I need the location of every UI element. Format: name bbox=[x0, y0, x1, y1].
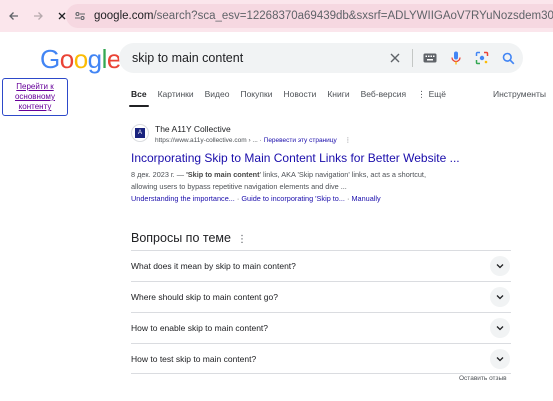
url-text[interactable]: google.com/search?sca_esv=12268370a69439… bbox=[94, 10, 553, 22]
feedback-link[interactable]: Оставить отзыв bbox=[459, 375, 507, 382]
tab-more[interactable]: ⋮ Ещё bbox=[417, 89, 446, 107]
paa-question-text: Where should skip to main content go? bbox=[131, 292, 278, 302]
logo-letter: g bbox=[87, 44, 102, 74]
chevron-down-icon[interactable] bbox=[490, 318, 510, 338]
lens-icon[interactable] bbox=[471, 47, 493, 69]
tools-button[interactable]: Инструменты bbox=[493, 89, 546, 99]
url-host: google.com bbox=[94, 10, 154, 22]
tab-web[interactable]: Веб-версия bbox=[361, 89, 406, 107]
result-site-name[interactable]: The A11Y Collective bbox=[155, 124, 231, 134]
logo-letter: o bbox=[59, 44, 74, 74]
skip-link-line: контенту bbox=[18, 102, 52, 111]
forward-icon[interactable] bbox=[28, 6, 48, 26]
skip-link-line: Перейти к bbox=[16, 82, 54, 91]
result-sitelinks: Understanding the importance... · Guide … bbox=[131, 194, 381, 203]
browser-toolbar: google.com/search?sca_esv=12268370a69439… bbox=[0, 0, 553, 32]
microphone-icon[interactable] bbox=[445, 47, 467, 69]
clear-icon[interactable] bbox=[384, 47, 406, 69]
tab-more-label: Ещё bbox=[428, 89, 446, 99]
paa-question-text: How to enable skip to main content? bbox=[131, 323, 269, 333]
site-favicon[interactable]: A bbox=[131, 124, 149, 142]
tab-all[interactable]: Все bbox=[129, 89, 149, 107]
logo-letter: G bbox=[40, 44, 60, 74]
favicon-glyph: A bbox=[135, 128, 145, 138]
skip-to-main-content-link[interactable]: Перейти к основному контенту bbox=[2, 78, 68, 116]
keyboard-icon[interactable] bbox=[419, 47, 441, 69]
paa-question[interactable]: How to test skip to main content? bbox=[131, 343, 511, 374]
snippet-text-2: allowing users to bypass repetitive navi… bbox=[131, 182, 347, 191]
tab-news[interactable]: Новости bbox=[283, 89, 316, 107]
result-url-line: https://www.a11y-collective.com › ... · … bbox=[155, 136, 351, 144]
tab-images[interactable]: Картинки bbox=[158, 89, 194, 107]
skip-link-line: основному bbox=[14, 92, 56, 101]
sitelink-guide[interactable]: Guide to incorporating 'Skip to... bbox=[241, 194, 345, 203]
search-box[interactable]: skip to main content bbox=[119, 43, 523, 73]
tab-shopping[interactable]: Покупки bbox=[240, 89, 272, 107]
paa-heading: Вопросы по теме ⋮ bbox=[131, 231, 247, 245]
result-title-link[interactable]: Incorporating Skip to Main Content Links… bbox=[131, 151, 460, 165]
result-menu-icon[interactable]: ⋮ bbox=[345, 137, 352, 144]
paa-question-text: How to test skip to main content? bbox=[131, 353, 257, 364]
search-divider bbox=[412, 49, 413, 67]
back-icon[interactable] bbox=[4, 6, 24, 26]
search-tabs: Все Картинки Видео Покупки Новости Книги… bbox=[129, 89, 457, 109]
logo-letter: o bbox=[73, 44, 88, 74]
url-path: /search?sca_esv=12268370a69439db&sxsrf=A… bbox=[153, 10, 553, 22]
snippet-highlight: 'Skip to main content bbox=[186, 170, 260, 179]
google-logo[interactable]: Google bbox=[40, 44, 121, 75]
tab-videos[interactable]: Видео bbox=[205, 89, 230, 107]
paa-more-icon[interactable]: ⋮ bbox=[237, 234, 247, 245]
search-icon[interactable] bbox=[497, 47, 519, 69]
chevron-down-icon[interactable] bbox=[490, 256, 510, 276]
search-input[interactable]: skip to main content bbox=[132, 51, 384, 65]
paa-question[interactable]: Where should skip to main content go? bbox=[131, 281, 511, 312]
sitelink-understanding[interactable]: Understanding the importance... bbox=[131, 194, 235, 203]
result-url[interactable]: https://www.a11y-collective.com › ... bbox=[155, 137, 258, 144]
paa-question[interactable]: What does it mean by skip to main conten… bbox=[131, 250, 511, 281]
site-settings-icon[interactable] bbox=[72, 8, 88, 24]
result-snippet: 8 дек. 2023 г. — 'Skip to main content' … bbox=[131, 169, 491, 193]
translate-link[interactable]: Перевести эту страницу bbox=[264, 137, 337, 144]
tab-books[interactable]: Книги bbox=[327, 89, 349, 107]
snippet-text: ' links, AKA 'Skip navigation' links, ac… bbox=[259, 170, 426, 179]
paa-question-text: What does it mean by skip to main conten… bbox=[131, 261, 296, 271]
chevron-down-icon[interactable] bbox=[490, 287, 510, 307]
paa-list: What does it mean by skip to main conten… bbox=[131, 250, 511, 374]
more-vert-icon: ⋮ bbox=[417, 89, 426, 99]
sitelink-manually[interactable]: Manually bbox=[351, 194, 380, 203]
paa-question[interactable]: How to enable skip to main content? bbox=[131, 312, 511, 343]
result-date: 8 дек. 2023 г. — bbox=[131, 170, 185, 179]
paa-title: Вопросы по теме bbox=[131, 231, 231, 245]
address-bar[interactable]: google.com/search?sca_esv=12268370a69439… bbox=[66, 4, 553, 28]
chevron-down-icon[interactable] bbox=[490, 348, 510, 369]
